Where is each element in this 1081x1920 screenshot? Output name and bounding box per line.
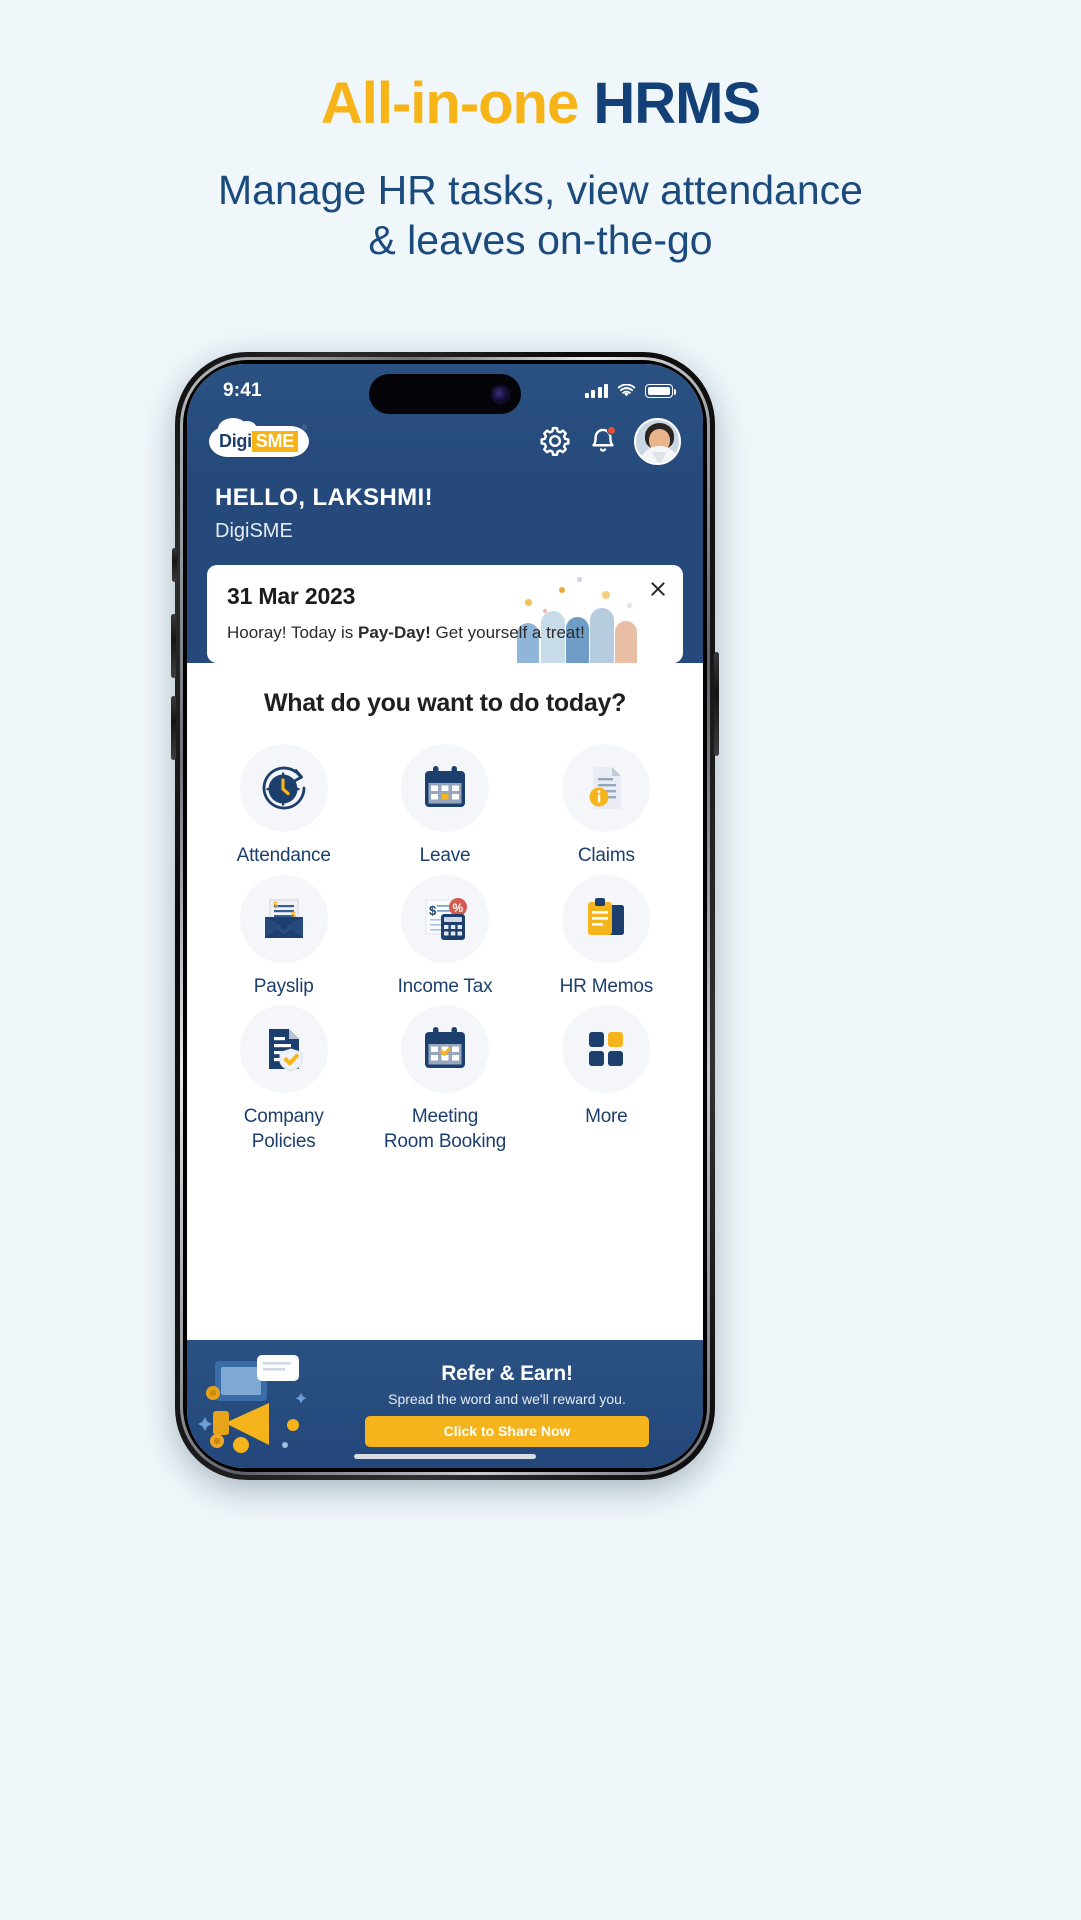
- app-header-area: 9:41 Digi SME ® HELLO, LAKSHMI! DigiSME …: [187, 364, 703, 663]
- tile-icon-wrap: [239, 744, 328, 832]
- envelope-money-icon: $ $: [264, 899, 303, 938]
- tile-label: HR Memos: [559, 975, 654, 997]
- tile-claims[interactable]: Claims: [526, 744, 687, 869]
- payday-message-suffix: Get yourself a treat!: [430, 623, 585, 642]
- greeting-organisation: DigiSME: [215, 520, 293, 542]
- status-time: 9:41: [223, 380, 262, 401]
- clock-refresh-icon: [262, 766, 306, 810]
- app-bar: Digi SME ®: [187, 410, 703, 472]
- tile-payslip[interactable]: $ $ Payslip: [203, 874, 364, 1000]
- logo-text-sme: SME: [251, 430, 298, 452]
- status-indicators: [584, 384, 677, 398]
- tile-meeting-room-booking[interactable]: Meeting Room Booking: [364, 1005, 525, 1154]
- share-now-button[interactable]: Click to Share Now: [365, 1415, 649, 1447]
- power-button[interactable]: [714, 652, 719, 756]
- wifi-icon: [617, 384, 636, 397]
- megaphone-icon: [197, 1349, 329, 1459]
- tile-company-policies[interactable]: Company Policies: [203, 1005, 364, 1154]
- calendar-icon: [424, 766, 465, 807]
- tile-label: Company Policies: [243, 1106, 324, 1153]
- greeting-block: HELLO, LAKSHMI! DigiSME: [187, 472, 703, 543]
- tile-label: More: [585, 1106, 628, 1128]
- title-highlight: All-in-one: [320, 71, 579, 136]
- app-main-body: What do you want to do today? Attendance…: [187, 663, 703, 1340]
- payday-message-bold: Pay-Day!: [358, 623, 431, 642]
- grid-squares-icon: [589, 1032, 624, 1067]
- tile-label: Claims: [577, 845, 635, 866]
- cellular-signal-icon: [584, 384, 608, 398]
- calendar-check-icon: [424, 1027, 465, 1069]
- refer-subtext: Spread the word and we'll reward you.: [388, 1390, 626, 1407]
- notification-badge: [607, 426, 616, 435]
- settings-button[interactable]: [538, 424, 572, 458]
- volume-up-button[interactable]: [171, 614, 176, 678]
- tile-label: Attendance: [236, 845, 331, 866]
- logo-text-digi: Digi: [219, 430, 252, 451]
- avatar[interactable]: [634, 417, 681, 465]
- gear-icon: [540, 426, 570, 456]
- promo-header: All-in-one HRMS Manage HR tasks, view at…: [0, 0, 1081, 265]
- section-title: What do you want to do today?: [263, 689, 627, 717]
- digisme-logo: Digi SME ®: [209, 417, 309, 457]
- refer-text-block: Refer & Earn! Spread the word and we'll …: [329, 1362, 703, 1447]
- promo-subtitle-line2: & leaves on-the-go: [368, 216, 713, 263]
- tile-icon-wrap: [400, 744, 489, 832]
- refer-heading: Refer & Earn!: [441, 1361, 573, 1385]
- home-indicator[interactable]: [354, 1454, 536, 1459]
- status-bar: 9:41: [187, 364, 703, 414]
- promo-subtitle: Manage HR tasks, view attendance & leave…: [0, 165, 1081, 265]
- phone-screen: 9:41 Digi SME ® HELLO, LAKSHMI! DigiSME …: [187, 364, 703, 1468]
- tile-more[interactable]: More: [526, 1005, 687, 1154]
- tile-icon-wrap: [239, 1005, 328, 1094]
- tile-label: Payslip: [253, 975, 314, 997]
- close-icon[interactable]: [647, 578, 669, 600]
- svg-text:%: %: [452, 901, 463, 915]
- payday-message: Hooray! Today is Pay-Day! Get yourself a…: [227, 623, 663, 643]
- tile-label: Income Tax: [397, 975, 493, 997]
- volume-down-button[interactable]: [171, 696, 176, 760]
- tile-icon-wrap: [400, 1005, 489, 1094]
- tile-icon-wrap: $ %: [400, 874, 489, 963]
- promo-subtitle-line1: Manage HR tasks, view attendance: [218, 166, 863, 213]
- page-title: All-in-one HRMS: [0, 71, 1081, 136]
- svg-text:$: $: [273, 900, 278, 910]
- tile-attendance[interactable]: Attendance: [203, 744, 364, 869]
- title-rest: HRMS: [593, 71, 761, 136]
- battery-icon: [645, 384, 677, 398]
- calculator-percent-icon: $ %: [425, 897, 467, 940]
- tile-hr-memos[interactable]: HR Memos: [526, 874, 687, 1000]
- greeting-hello: HELLO, LAKSHMI!: [215, 484, 433, 511]
- tile-income-tax[interactable]: $ % Income Tax: [364, 874, 525, 1000]
- tile-icon-wrap: [562, 744, 651, 832]
- phone-mockup: 9:41 Digi SME ® HELLO, LAKSHMI! DigiSME …: [171, 352, 719, 1480]
- quick-actions-grid: Attendance Leave Claims $ $ Payslip $ % …: [187, 718, 703, 1155]
- notifications-button[interactable]: [586, 424, 620, 458]
- tile-label: Meeting Room Booking: [383, 1106, 507, 1153]
- document-info-icon: [589, 767, 622, 809]
- refer-and-earn-banner[interactable]: Refer & Earn! Spread the word and we'll …: [187, 1340, 703, 1468]
- front-camera-icon: [493, 386, 508, 402]
- dynamic-island: [369, 374, 521, 414]
- payday-message-prefix: Hooray! Today is: [227, 623, 359, 642]
- svg-text:$: $: [429, 903, 437, 918]
- tile-icon-wrap: $ $: [239, 874, 328, 963]
- tile-leave[interactable]: Leave: [364, 744, 525, 869]
- payday-card: 31 Mar 2023 Hooray! Today is Pay-Day! Ge…: [207, 565, 683, 663]
- celebration-illustration: [507, 573, 657, 663]
- tile-icon-wrap: [562, 1005, 651, 1094]
- logo-trademark: ®: [301, 424, 307, 432]
- tile-label: Leave: [419, 845, 471, 866]
- document-shield-icon: [268, 1029, 303, 1072]
- silent-switch[interactable]: [172, 548, 177, 582]
- clipboard-notes-icon: [588, 897, 625, 935]
- tile-icon-wrap: [562, 874, 651, 963]
